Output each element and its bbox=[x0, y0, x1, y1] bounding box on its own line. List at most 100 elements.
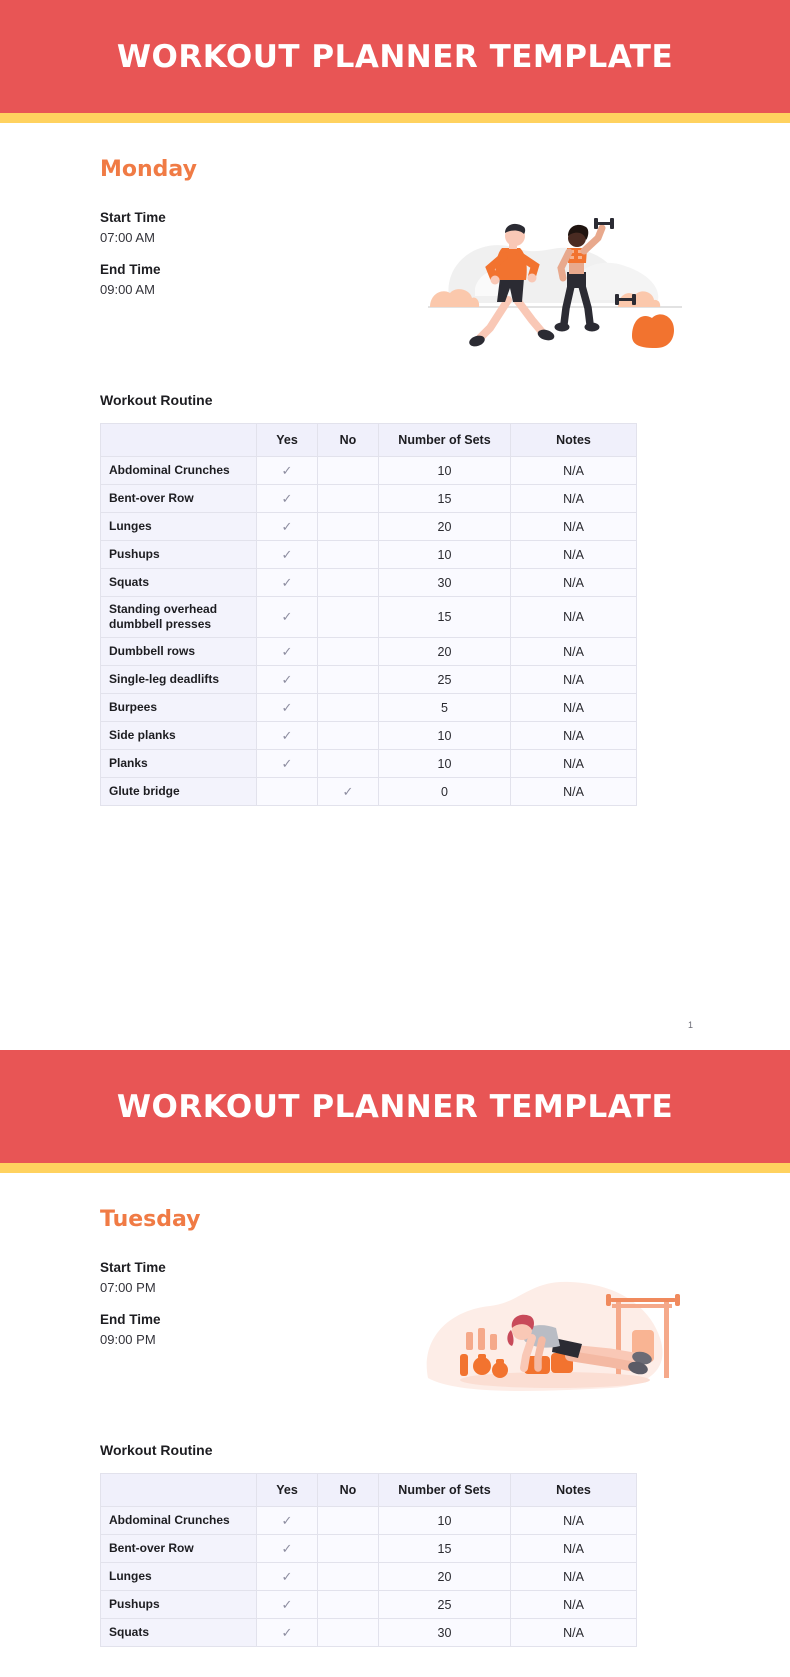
yes-checkbox-cell[interactable]: ✓ bbox=[256, 1506, 318, 1535]
notes-cell[interactable]: N/A bbox=[510, 665, 637, 694]
yes-checkbox-cell[interactable]: ✓ bbox=[256, 596, 318, 638]
exercise-name-cell: Abdominal Crunches bbox=[100, 456, 257, 485]
notes-cell[interactable]: N/A bbox=[510, 1562, 637, 1591]
sets-cell[interactable]: 10 bbox=[378, 540, 511, 569]
no-checkbox-cell[interactable] bbox=[317, 1506, 379, 1535]
yes-checkbox-cell[interactable]: ✓ bbox=[256, 1590, 318, 1619]
table-row: Squats ✓ 30 N/A bbox=[100, 1618, 637, 1647]
yes-checkbox-cell[interactable] bbox=[256, 777, 318, 806]
no-checkbox-cell[interactable] bbox=[317, 721, 379, 750]
table-header-row: Yes No Number of Sets Notes bbox=[100, 1473, 637, 1507]
no-checkbox-cell[interactable]: ✓ bbox=[317, 777, 379, 806]
no-checkbox-cell[interactable] bbox=[317, 665, 379, 694]
end-time-value-tuesday[interactable]: 09:00 PM bbox=[100, 1332, 340, 1347]
exercise-name-cell: Standing overhead dumbbell presses bbox=[100, 596, 257, 638]
no-checkbox-cell[interactable] bbox=[317, 1534, 379, 1563]
sets-cell[interactable]: 25 bbox=[378, 665, 511, 694]
day-title-tuesday: Tuesday bbox=[100, 1207, 201, 1232]
notes-cell[interactable]: N/A bbox=[510, 1618, 637, 1647]
sets-cell[interactable]: 25 bbox=[378, 1590, 511, 1619]
yes-checkbox-cell[interactable]: ✓ bbox=[256, 749, 318, 778]
sets-cell[interactable]: 10 bbox=[378, 456, 511, 485]
no-checkbox-cell[interactable] bbox=[317, 693, 379, 722]
notes-cell[interactable]: N/A bbox=[510, 637, 637, 666]
notes-cell[interactable]: N/A bbox=[510, 1506, 637, 1535]
no-checkbox-cell[interactable] bbox=[317, 484, 379, 513]
sets-cell[interactable]: 10 bbox=[378, 749, 511, 778]
yes-checkbox-cell[interactable]: ✓ bbox=[256, 665, 318, 694]
notes-cell[interactable]: N/A bbox=[510, 456, 637, 485]
end-time-value-monday[interactable]: 09:00 AM bbox=[100, 282, 340, 297]
table-row: Burpees ✓ 5 N/A bbox=[100, 693, 637, 722]
exercise-name-cell: Pushups bbox=[100, 1590, 257, 1619]
notes-cell[interactable]: N/A bbox=[510, 568, 637, 597]
check-icon: ✓ bbox=[281, 609, 293, 624]
table-row: Side planks ✓ 10 N/A bbox=[100, 721, 637, 750]
sets-cell[interactable]: 15 bbox=[378, 484, 511, 513]
sets-cell[interactable]: 30 bbox=[378, 1618, 511, 1647]
no-checkbox-cell[interactable] bbox=[317, 637, 379, 666]
table-row: Abdominal Crunches ✓ 10 N/A bbox=[100, 456, 637, 485]
routine-heading-tuesday: Workout Routine bbox=[100, 1442, 213, 1458]
table-row: Pushups ✓ 25 N/A bbox=[100, 1590, 637, 1619]
check-icon: ✓ bbox=[281, 1596, 293, 1612]
notes-cell[interactable]: N/A bbox=[510, 596, 637, 638]
sets-cell[interactable]: 20 bbox=[378, 637, 511, 666]
table-row: Squats ✓ 30 N/A bbox=[100, 568, 637, 597]
notes-cell[interactable]: N/A bbox=[510, 749, 637, 778]
table-row: Bent-over Row ✓ 15 N/A bbox=[100, 1534, 637, 1563]
day-title-monday: Monday bbox=[100, 157, 197, 182]
sets-cell[interactable]: 15 bbox=[378, 596, 511, 638]
notes-cell[interactable]: N/A bbox=[510, 512, 637, 541]
sets-cell[interactable]: 10 bbox=[378, 1506, 511, 1535]
notes-cell[interactable]: N/A bbox=[510, 777, 637, 806]
no-checkbox-cell[interactable] bbox=[317, 1618, 379, 1647]
sets-cell[interactable]: 5 bbox=[378, 693, 511, 722]
check-icon: ✓ bbox=[281, 518, 293, 534]
exercise-name-cell: Dumbbell rows bbox=[100, 637, 257, 666]
sets-cell[interactable]: 0 bbox=[378, 777, 511, 806]
exercise-name-cell: Abdominal Crunches bbox=[100, 1506, 257, 1535]
yes-checkbox-cell[interactable]: ✓ bbox=[256, 693, 318, 722]
sets-cell[interactable]: 15 bbox=[378, 1534, 511, 1563]
yes-checkbox-cell[interactable]: ✓ bbox=[256, 512, 318, 541]
start-time-value-tuesday[interactable]: 07:00 PM bbox=[100, 1280, 340, 1295]
column-header-no: No bbox=[317, 423, 379, 457]
yes-checkbox-cell[interactable]: ✓ bbox=[256, 568, 318, 597]
check-icon: ✓ bbox=[342, 783, 354, 799]
notes-cell[interactable]: N/A bbox=[510, 540, 637, 569]
yes-checkbox-cell[interactable]: ✓ bbox=[256, 484, 318, 513]
no-checkbox-cell[interactable] bbox=[317, 456, 379, 485]
yes-checkbox-cell[interactable]: ✓ bbox=[256, 1562, 318, 1591]
yes-checkbox-cell[interactable]: ✓ bbox=[256, 637, 318, 666]
sets-cell[interactable]: 20 bbox=[378, 1562, 511, 1591]
no-checkbox-cell[interactable] bbox=[317, 596, 379, 638]
sets-cell[interactable]: 30 bbox=[378, 568, 511, 597]
notes-cell[interactable]: N/A bbox=[510, 693, 637, 722]
no-checkbox-cell[interactable] bbox=[317, 1590, 379, 1619]
table-row: Pushups ✓ 10 N/A bbox=[100, 540, 637, 569]
sets-cell[interactable]: 20 bbox=[378, 512, 511, 541]
notes-cell[interactable]: N/A bbox=[510, 721, 637, 750]
workout-routine-table-tuesday: Yes No Number of Sets Notes Abdominal Cr… bbox=[100, 1473, 637, 1647]
runner-and-dumbbell-woman-illustration bbox=[420, 208, 690, 358]
no-checkbox-cell[interactable] bbox=[317, 568, 379, 597]
yes-checkbox-cell[interactable]: ✓ bbox=[256, 1618, 318, 1647]
table-row: Planks ✓ 10 N/A bbox=[100, 749, 637, 778]
start-time-value-monday[interactable]: 07:00 AM bbox=[100, 230, 340, 245]
column-header-exercise bbox=[100, 1473, 257, 1507]
column-header-no: No bbox=[317, 1473, 379, 1507]
yes-checkbox-cell[interactable]: ✓ bbox=[256, 721, 318, 750]
no-checkbox-cell[interactable] bbox=[317, 512, 379, 541]
notes-cell[interactable]: N/A bbox=[510, 1534, 637, 1563]
check-icon: ✓ bbox=[281, 1540, 293, 1556]
sets-cell[interactable]: 10 bbox=[378, 721, 511, 750]
yes-checkbox-cell[interactable]: ✓ bbox=[256, 1534, 318, 1563]
no-checkbox-cell[interactable] bbox=[317, 749, 379, 778]
no-checkbox-cell[interactable] bbox=[317, 1562, 379, 1591]
notes-cell[interactable]: N/A bbox=[510, 484, 637, 513]
yes-checkbox-cell[interactable]: ✓ bbox=[256, 540, 318, 569]
yes-checkbox-cell[interactable]: ✓ bbox=[256, 456, 318, 485]
no-checkbox-cell[interactable] bbox=[317, 540, 379, 569]
notes-cell[interactable]: N/A bbox=[510, 1590, 637, 1619]
